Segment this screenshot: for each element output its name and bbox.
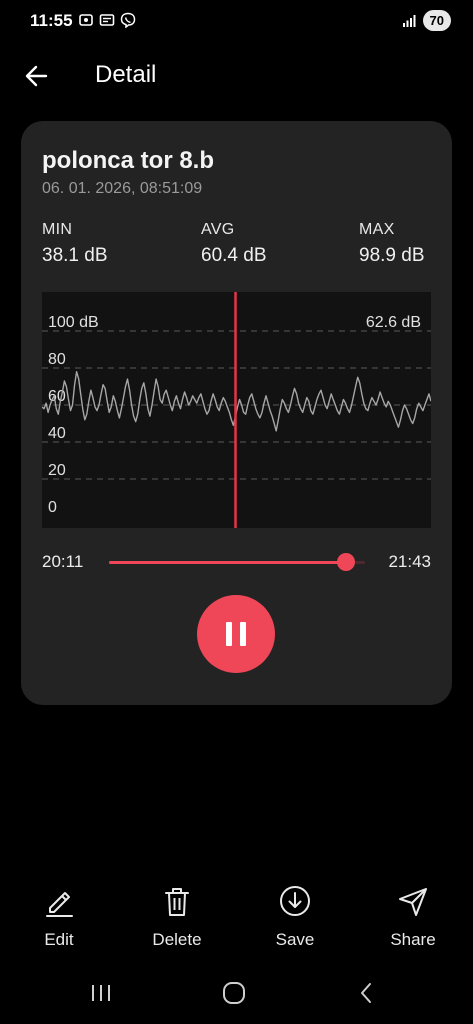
- cursor-readout: 62.6 dB: [366, 314, 421, 331]
- recording-card: polonca tor 8.b 06. 01. 2026, 08:51:09 M…: [21, 121, 452, 705]
- stat-avg: AVG 60.4 dB: [201, 221, 267, 267]
- viber-icon: [120, 12, 136, 28]
- delete-button[interactable]: Delete: [132, 880, 222, 950]
- status-time: 11:55: [30, 11, 73, 30]
- pause-button[interactable]: [197, 595, 275, 673]
- pencil-icon: [46, 892, 73, 917]
- playback-slider[interactable]: [109, 551, 365, 573]
- slider-fill: [109, 561, 346, 564]
- y-tick-label: 100 dB: [48, 314, 99, 331]
- stat-max: MAX 98.9 dB: [359, 221, 425, 267]
- y-tick-label: 0: [48, 499, 57, 516]
- trash-icon: [165, 888, 189, 916]
- pause-icon: [226, 622, 232, 646]
- pause-icon-bar: [240, 622, 246, 646]
- y-tick-label: 80: [48, 351, 66, 368]
- edit-label: Edit: [44, 930, 74, 949]
- home-icon[interactable]: [214, 978, 254, 1008]
- screenshot-icon: [79, 14, 93, 26]
- stat-min-value: 38.1 dB: [42, 245, 108, 266]
- stat-max-label: MAX: [359, 221, 395, 238]
- news-icon: [99, 14, 115, 26]
- slider-thumb[interactable]: [336, 553, 355, 571]
- stat-max-value: 98.9 dB: [359, 245, 425, 266]
- detail-screen: 11:55 70 Detail polonca tor 8.b 06. 01. …: [0, 0, 473, 1024]
- back-icon[interactable]: [346, 978, 386, 1008]
- time-start: 20:11: [42, 552, 84, 571]
- delete-label: Delete: [152, 930, 202, 949]
- recording-datetime: 06. 01. 2026, 08:51:09: [42, 180, 203, 197]
- save-label: Save: [275, 930, 315, 949]
- share-button[interactable]: Share: [368, 880, 458, 950]
- system-nav-bar: [0, 968, 473, 1024]
- edit-button[interactable]: Edit: [14, 880, 104, 950]
- action-bar: Edit Delete Save Share: [0, 880, 473, 960]
- page-title: Detail: [95, 61, 157, 88]
- recording-name: polonca tor 8.b: [42, 147, 215, 174]
- app-bar: Detail: [0, 50, 473, 100]
- status-bar: 11:55 70: [0, 0, 473, 44]
- time-end: 21:43: [388, 552, 431, 571]
- download-icon: [280, 886, 310, 916]
- battery-level: 70: [422, 10, 451, 31]
- save-button[interactable]: Save: [250, 880, 340, 950]
- recents-icon[interactable]: [81, 978, 121, 1008]
- stat-avg-label: AVG: [201, 221, 235, 238]
- stat-min-label: MIN: [42, 221, 73, 238]
- sound-level-chart[interactable]: 100 dB 80 60 40 20 0 62.6 dB: [42, 292, 431, 528]
- status-right: 70: [402, 10, 451, 31]
- arrow-left-icon[interactable]: [20, 60, 52, 92]
- status-notification-icons: [78, 12, 136, 28]
- share-label: Share: [390, 930, 436, 949]
- stat-avg-value: 60.4 dB: [201, 245, 267, 266]
- signal-icon: [402, 14, 416, 27]
- y-tick-label: 20: [48, 462, 66, 479]
- chart-canvas: 100 dB80604020062.6 dB: [42, 292, 431, 528]
- send-icon: [399, 888, 427, 916]
- y-tick-label: 40: [48, 425, 66, 442]
- stat-min: MIN 38.1 dB: [42, 221, 108, 267]
